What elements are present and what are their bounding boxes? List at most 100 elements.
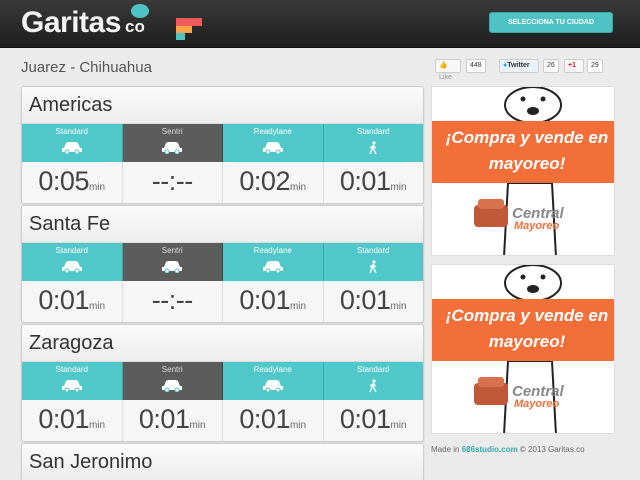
crossing-card: San Jeronimo: [21, 443, 424, 480]
lane-label: Standard: [357, 127, 390, 136]
wait-time-unit: min: [289, 301, 307, 312]
like-count: 448: [466, 59, 486, 73]
wait-time-value: 0:05: [38, 166, 89, 196]
bear-mascot-icon: [504, 87, 562, 123]
lane-header: Standard: [22, 124, 123, 162]
logo-suffix: co: [125, 17, 145, 36]
wait-time-value: 0:01: [239, 285, 290, 315]
crossing-name: Americas: [22, 87, 423, 124]
wait-time-unit: min: [289, 182, 307, 193]
wait-time: --:--: [123, 281, 223, 322]
lane-label: Standard: [55, 127, 88, 136]
lane-headers: Standard Sentri Readylane Standard: [22, 124, 423, 162]
gplus-count: 29: [587, 59, 603, 73]
crossing-card: Americas Standard Sentri Readylane Standard 0…: [21, 86, 424, 204]
logo-text: Garitas: [21, 6, 121, 39]
wait-time-value: 0:01: [38, 404, 89, 434]
lane-header: Sentri: [122, 243, 223, 281]
ad-brand-bottom: Mayoreo: [514, 398, 560, 410]
thumbs-up-icon: 👍: [439, 62, 448, 69]
wait-time-unit: min: [390, 301, 407, 312]
footer: Made in 686studio.com © 2013 Garitas.co: [431, 445, 585, 454]
lane-header: Readylane: [223, 124, 324, 162]
car-icon: [223, 260, 323, 273]
wait-time: 0:02min: [223, 162, 324, 203]
lane-header: Readylane: [223, 243, 324, 281]
wait-time-unit: min: [88, 301, 106, 312]
wait-time: 0:01min: [324, 281, 424, 322]
lane-headers: Standard Sentri Readylane Standard: [22, 362, 423, 400]
lane-headers: Standard Sentri Readylane Standard: [22, 243, 423, 281]
ad-banner[interactable]: ¡Compra y vende en mayoreo! Central Mayore…: [431, 264, 615, 434]
lane-label: Readylane: [253, 127, 292, 136]
crate-icon: [474, 377, 508, 405]
wait-time-unit: min: [390, 420, 407, 431]
lane-header: Standard: [22, 362, 123, 400]
wait-time: 0:01min: [223, 281, 324, 322]
car-icon: [123, 379, 223, 392]
lane-label: Sentri: [161, 365, 183, 374]
pedestrian-icon: [324, 379, 424, 393]
wait-time: 0:01min: [22, 281, 123, 322]
lane-label: Standard: [55, 246, 88, 255]
select-city-button[interactable]: SELECCIONA TU CIUDAD: [489, 12, 613, 33]
wait-times: 0:01min 0:01min 0:01min 0:01min: [22, 400, 424, 441]
crossing-name: Zaragoza: [22, 325, 423, 362]
ad-brand-bottom: Mayoreo: [514, 220, 560, 232]
lane-label: Readylane: [253, 365, 292, 374]
lane-label: Standard: [357, 246, 390, 255]
bear-mascot-icon: [504, 265, 562, 301]
lane-header: Sentri: [122, 124, 223, 162]
wait-time-value: 0:02: [239, 166, 290, 196]
studio-link[interactable]: 686studio.com: [462, 445, 518, 454]
crate-icon: [474, 199, 508, 227]
wait-time-value: --:--: [151, 285, 193, 315]
tweet-count: 26: [543, 59, 559, 73]
lane-header: Standard: [323, 124, 424, 162]
car-icon: [223, 141, 323, 154]
wait-time-value: 0:01: [339, 166, 391, 196]
lane-header: Readylane: [223, 362, 324, 400]
twitter-button[interactable]: ●Twitter: [499, 59, 539, 73]
wait-times: 0:05min --:-- 0:02min 0:01min: [22, 162, 424, 203]
wait-time: 0:01min: [324, 400, 424, 441]
wait-time: 0:01min: [22, 400, 123, 441]
top-bar: Garitas co SELECCIONA TU CIUDAD: [0, 0, 640, 48]
crossing-name: Santa Fe: [22, 206, 423, 243]
lane-header: Standard: [323, 243, 423, 281]
lane-label: Standard: [55, 365, 88, 374]
car-icon: [123, 141, 223, 154]
wait-time: 0:01min: [324, 162, 424, 203]
wait-time: 0:01min: [123, 400, 223, 441]
wait-time-value: 0:01: [239, 404, 290, 434]
lane-label: Standard: [357, 365, 390, 374]
wait-time-unit: min: [88, 182, 106, 193]
ad-banner[interactable]: ¡Compra y vende en mayoreo! Central Mayore…: [431, 86, 615, 256]
wait-time-unit: min: [88, 420, 106, 431]
car-icon: [22, 260, 122, 273]
wait-time-value: 0:01: [138, 404, 190, 434]
crossing-name: San Jeronimo: [22, 444, 423, 480]
car-icon: [223, 379, 323, 392]
ad-headline: ¡Compra y vende en mayoreo!: [445, 306, 609, 351]
wait-time-value: 0:01: [339, 404, 391, 434]
ad-headline: ¡Compra y vende en mayoreo!: [445, 128, 609, 173]
pedestrian-icon: [324, 141, 424, 155]
lane-header: Sentri: [122, 362, 223, 400]
wait-time: 0:05min: [22, 162, 123, 203]
google-plus-button[interactable]: +1: [564, 59, 584, 73]
facebook-like-button[interactable]: 👍Like: [435, 59, 461, 81]
wait-time: --:--: [123, 162, 223, 203]
wait-times: 0:01min --:-- 0:01min 0:01min: [22, 281, 424, 322]
wait-time-value: 0:01: [339, 285, 391, 315]
car-icon: [22, 141, 122, 154]
car-icon: [123, 260, 223, 273]
lane-label: Readylane: [253, 246, 292, 255]
lane-header: Standard: [323, 362, 424, 400]
lane-header: Standard: [22, 243, 123, 281]
wait-time-unit: min: [390, 182, 407, 193]
wait-time-unit: min: [289, 420, 307, 431]
logo-flag-icon: [176, 18, 202, 40]
wait-time: 0:01min: [223, 400, 324, 441]
lane-label: Sentri: [161, 246, 183, 255]
